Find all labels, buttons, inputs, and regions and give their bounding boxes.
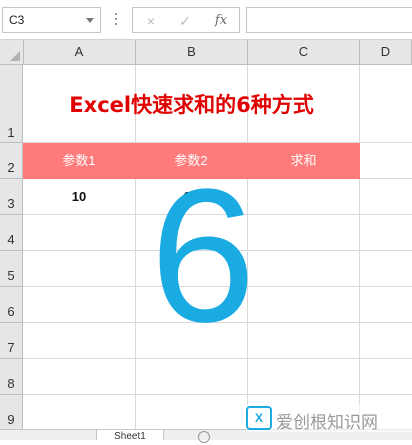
name-box-value: C3	[9, 13, 25, 27]
watermark-text: 爱创根知识网	[276, 413, 378, 433]
row-header-7[interactable]: 7	[0, 323, 22, 359]
row-header-8[interactable]: 8	[0, 359, 22, 395]
row-header-9[interactable]: 9	[0, 395, 22, 431]
row-header-5[interactable]: 5	[0, 251, 22, 287]
sheet-title: Excel快速求和的6种方式	[69, 93, 314, 117]
chevron-down-icon[interactable]	[86, 18, 94, 23]
title-cell[interactable]: Excel快速求和的6种方式	[23, 65, 360, 143]
add-sheet-icon[interactable]	[198, 431, 210, 443]
header-cell-param1[interactable]: 参数1	[23, 143, 135, 179]
insert-function-icon[interactable]: fx	[211, 12, 231, 30]
cell-grid[interactable]: Excel快速求和的6种方式 参数1 参数2 求和 10 20 6	[23, 65, 412, 439]
more-options-icon[interactable]	[114, 13, 118, 27]
overlay-number: 6	[150, 150, 256, 362]
formula-bar: C3 × ✓ fx	[0, 0, 412, 40]
cancel-icon[interactable]: ×	[141, 12, 161, 30]
confirm-icon[interactable]: ✓	[175, 12, 195, 30]
formula-input[interactable]	[246, 7, 412, 33]
watermark-logo: X	[246, 406, 272, 430]
cell-a3[interactable]: 10	[23, 179, 135, 215]
row-header-3[interactable]: 3	[0, 179, 22, 215]
select-all-button[interactable]	[0, 40, 24, 64]
cell-c3[interactable]	[247, 179, 359, 215]
row-headers: 1 2 3 4 5 6 7 8 9	[0, 65, 23, 439]
row-header-6[interactable]: 6	[0, 287, 22, 323]
row-header-1[interactable]: 1	[0, 65, 22, 143]
column-header-a[interactable]: A	[23, 40, 136, 64]
formula-buttons: × ✓ fx	[132, 7, 240, 33]
row-header-4[interactable]: 4	[0, 215, 22, 251]
column-header-d[interactable]: D	[360, 40, 412, 64]
watermark: X 爱创根知识网	[246, 404, 412, 433]
name-box[interactable]: C3	[2, 7, 101, 33]
column-header-c[interactable]: C	[248, 40, 360, 64]
column-headers: A B C D	[0, 40, 412, 65]
row-header-2[interactable]: 2	[0, 143, 22, 179]
header-cell-sum[interactable]: 求和	[247, 143, 360, 179]
column-header-b[interactable]: B	[136, 40, 248, 64]
